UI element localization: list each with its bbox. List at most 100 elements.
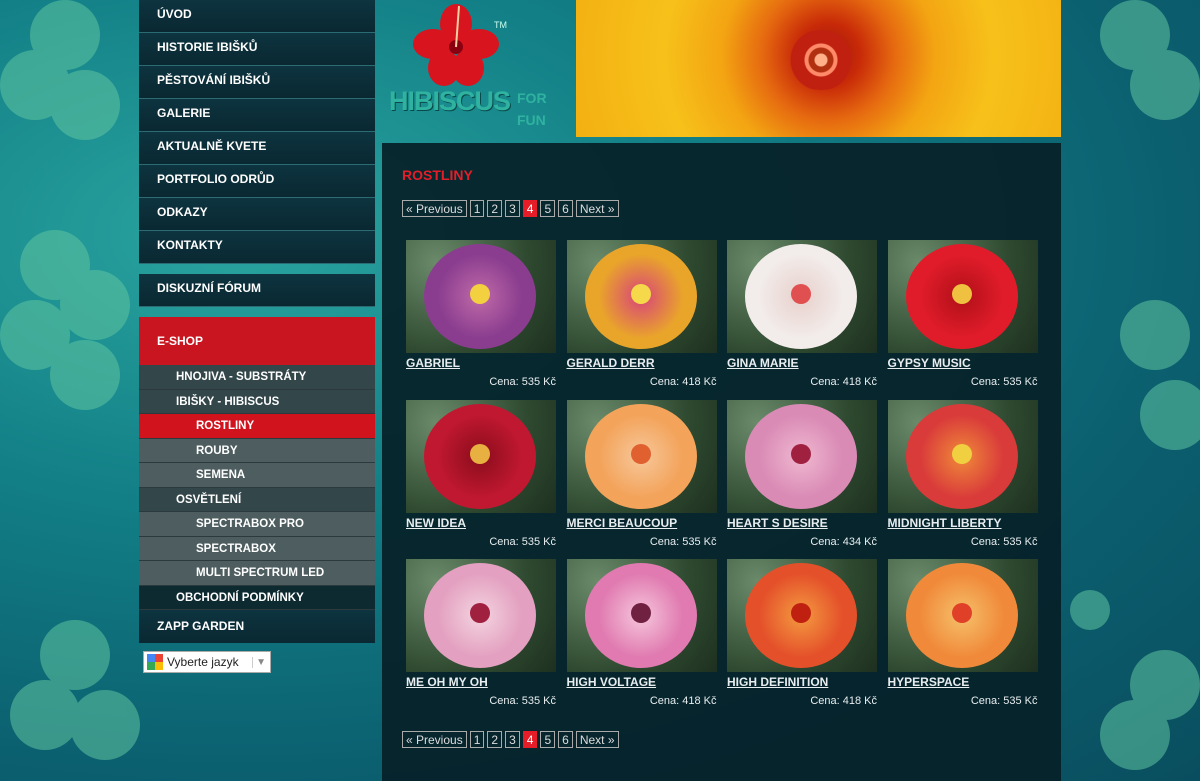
- product-name-link[interactable]: NEW IDEA: [406, 516, 466, 530]
- nav-sub-multi-led[interactable]: MULTI SPECTRUM LED: [139, 561, 375, 586]
- product-price: Cena: 535 Kč: [970, 695, 1038, 707]
- logo-text: HIBISCUS: [389, 86, 511, 116]
- pagination-page-3[interactable]: 3: [505, 731, 520, 748]
- pagination-previous[interactable]: « Previous: [402, 200, 467, 217]
- product-name-link[interactable]: GINA MARIE: [727, 356, 799, 370]
- product-image[interactable]: [887, 559, 1038, 672]
- product-name-link[interactable]: GYPSY MUSIC: [888, 356, 971, 370]
- logo-trademark: TM: [494, 20, 507, 30]
- product-name-link[interactable]: MIDNIGHT LIBERTY: [888, 516, 1002, 530]
- language-select[interactable]: Vyberte jazyk ▼: [143, 651, 271, 673]
- pagination-bottom: « Previous 1 2 3 4 5 6 Next »: [402, 731, 619, 748]
- flower-center: [951, 603, 972, 623]
- main-navigation: ÚVOD HISTORIE IBIŠKŮ PĚSTOVÁNÍ IBIŠKŮ GA…: [139, 0, 375, 643]
- nav-item-aktualne-kvete[interactable]: AKTUALNĚ KVETE: [139, 132, 375, 165]
- nav-item-historie[interactable]: HISTORIE IBIŠKŮ: [139, 33, 375, 66]
- product-price: Cena: 535 Kč: [489, 695, 556, 707]
- pagination-page-1[interactable]: 1: [469, 731, 485, 748]
- pagination-page-3[interactable]: 3: [505, 200, 520, 217]
- product-name-link[interactable]: HIGH VOLTAGE: [567, 675, 657, 689]
- nav-sub-fertilizers[interactable]: HNOJIVA - SUBSTRÁTY: [139, 365, 375, 390]
- flower-center: [630, 443, 651, 464]
- product-name-link[interactable]: HIGH DEFINITION: [727, 675, 828, 689]
- background-flower-right: [1080, 0, 1200, 130]
- logo-text-for: FOR: [517, 90, 547, 106]
- product-image[interactable]: [566, 399, 717, 513]
- site-logo[interactable]: TM HIBISCUS FOR FUN: [381, 0, 575, 137]
- product-name-link[interactable]: HYPERSPACE: [888, 675, 970, 689]
- product-name-link[interactable]: HEART S DESIRE: [727, 516, 828, 530]
- nav-item-pestovani[interactable]: PĚSTOVÁNÍ IBIŠKŮ: [139, 66, 375, 99]
- product-image[interactable]: [887, 399, 1038, 513]
- product-image[interactable]: [727, 399, 877, 513]
- product-image[interactable]: [566, 559, 717, 672]
- nav-sub-spectrabox[interactable]: SPECTRABOX: [139, 536, 375, 561]
- product-name-link[interactable]: MERCI BEAUCOUP: [567, 516, 678, 530]
- product-name-link[interactable]: ME OH MY OH: [406, 675, 488, 689]
- product-price: Cena: 535 Kč: [489, 535, 556, 548]
- product-card[interactable]: HYPERSPACE Cena: 535 Kč: [887, 559, 1038, 719]
- product-card[interactable]: MIDNIGHT LIBERTY Cena: 535 Kč: [887, 399, 1038, 560]
- product-card[interactable]: HEART S DESIRE Cena: 434 Kč: [727, 399, 877, 560]
- product-image[interactable]: [406, 240, 556, 353]
- product-image[interactable]: [887, 240, 1038, 353]
- pagination-page-5[interactable]: 5: [540, 731, 556, 748]
- product-price: Cena: 418 Kč: [649, 695, 717, 707]
- nav-item-uvod[interactable]: ÚVOD: [139, 0, 375, 33]
- nav-sub-seeds[interactable]: SEMENA: [139, 463, 375, 488]
- flower-center: [470, 284, 490, 304]
- product-card[interactable]: NEW IDEA Cena: 535 Kč: [406, 399, 556, 560]
- nav-item-kontakty[interactable]: KONTAKTY: [139, 231, 375, 264]
- nav-sub-terms[interactable]: OBCHODNÍ PODMÍNKY: [139, 585, 375, 610]
- product-name-link[interactable]: GABRIEL: [406, 356, 460, 370]
- nav-item-zapp-garden[interactable]: ZAPP GARDEN: [139, 610, 375, 643]
- banner-flower-stamen: [781, 30, 861, 90]
- pagination-page-5[interactable]: 5: [540, 200, 556, 217]
- product-image[interactable]: [727, 240, 877, 353]
- pagination-previous[interactable]: « Previous: [402, 731, 467, 748]
- product-card[interactable]: MERCI BEAUCOUP Cena: 535 Kč: [566, 399, 717, 560]
- pagination-next[interactable]: Next »: [575, 200, 619, 217]
- nav-sub-spectrabox-pro[interactable]: SPECTRABOX PRO: [139, 512, 375, 537]
- nav-sub-hibiscus[interactable]: IBIŠKY - HIBISCUS: [139, 389, 375, 414]
- product-price: Cena: 434 Kč: [810, 535, 877, 548]
- pagination-page-2[interactable]: 2: [487, 731, 503, 748]
- product-card[interactable]: GABRIEL Cena: 535 Kč: [406, 240, 556, 400]
- product-image[interactable]: [406, 399, 556, 513]
- page-title: ROSTLINY: [402, 167, 473, 183]
- product-listing: ROSTLINY « Previous 1 2 3 4 5 6 Next » G…: [382, 143, 1061, 781]
- nav-sub-lighting[interactable]: OSVĚTLENÍ: [139, 487, 375, 512]
- nav-sub-rootstocks[interactable]: ROUBY: [139, 438, 375, 463]
- hibiscus-flower-icon: [413, 4, 499, 86]
- nav-item-forum[interactable]: DISKUZNÍ FÓRUM: [139, 274, 375, 307]
- pagination-page-6[interactable]: 6: [558, 200, 573, 217]
- product-image[interactable]: [566, 240, 717, 353]
- product-image[interactable]: [727, 559, 877, 672]
- pagination-page-6[interactable]: 6: [558, 731, 573, 748]
- nav-item-galerie[interactable]: GALERIE: [139, 99, 375, 132]
- pagination-page-2[interactable]: 2: [487, 200, 503, 217]
- product-card[interactable]: HIGH VOLTAGE Cena: 418 Kč: [566, 559, 717, 719]
- nav-item-eshop[interactable]: E-SHOP: [139, 317, 375, 365]
- pagination-page-4-current[interactable]: 4: [522, 731, 538, 748]
- product-image[interactable]: [406, 559, 556, 672]
- google-icon: [147, 654, 163, 670]
- product-card[interactable]: GINA MARIE Cena: 418 Kč: [727, 240, 877, 400]
- nav-sub-plants[interactable]: ROSTLINY: [139, 414, 375, 439]
- product-price: Cena: 418 Kč: [649, 376, 717, 388]
- product-card[interactable]: GYPSY MUSIC Cena: 535 Kč: [887, 240, 1038, 400]
- product-price: Cena: 535 Kč: [649, 535, 717, 548]
- flower-center: [791, 284, 811, 304]
- nav-item-odkazy[interactable]: ODKAZY: [139, 198, 375, 231]
- pagination-page-4-current[interactable]: 4: [522, 200, 538, 217]
- product-price: Cena: 418 Kč: [810, 695, 877, 707]
- product-name-link[interactable]: GERALD DERR: [567, 356, 655, 370]
- product-card[interactable]: HIGH DEFINITION Cena: 418 Kč: [727, 559, 877, 719]
- flower-center: [470, 443, 490, 464]
- pagination-next[interactable]: Next »: [575, 731, 619, 748]
- product-card[interactable]: GERALD DERR Cena: 418 Kč: [566, 240, 717, 400]
- pagination-page-1[interactable]: 1: [469, 200, 485, 217]
- product-card[interactable]: ME OH MY OH Cena: 535 Kč: [406, 559, 556, 719]
- background-flower-left: [0, 230, 140, 430]
- nav-item-portfolio[interactable]: PORTFOLIO ODRŮD: [139, 165, 375, 198]
